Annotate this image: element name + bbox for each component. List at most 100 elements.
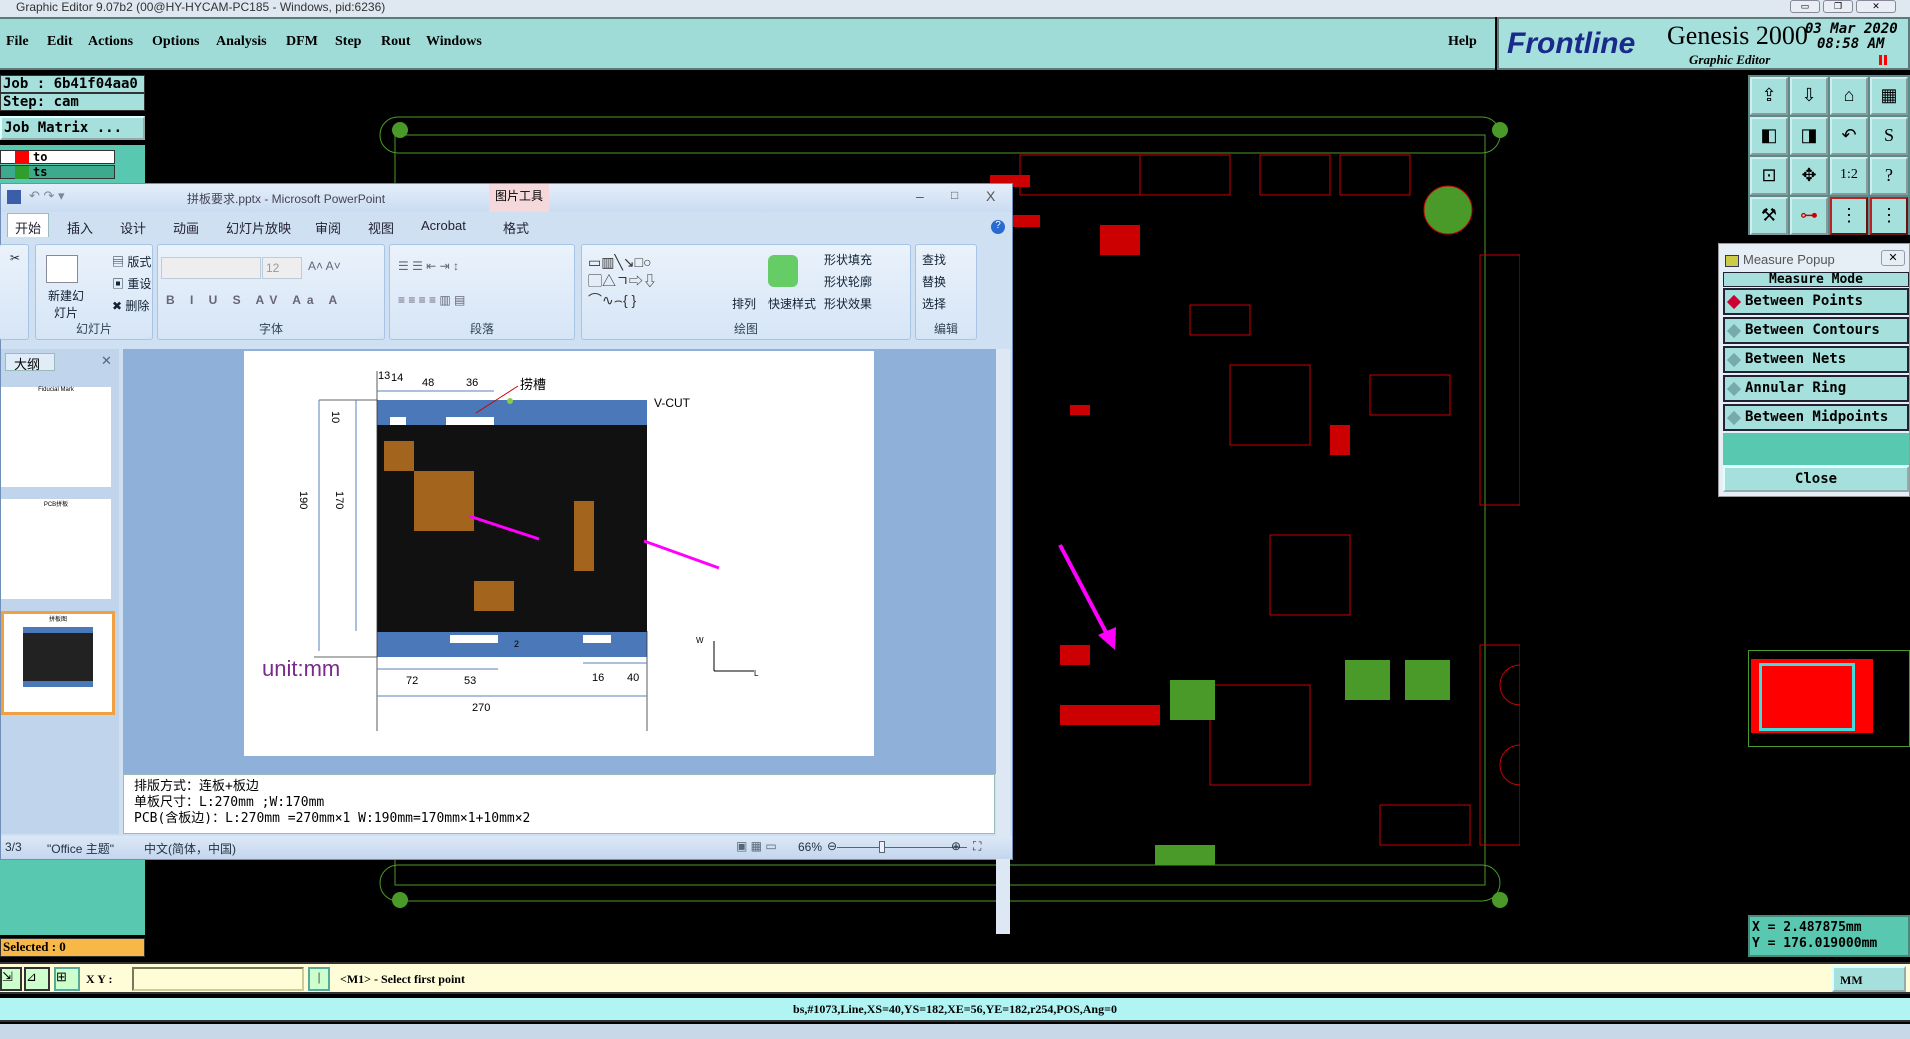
menu-rout[interactable]: Rout — [381, 34, 411, 50]
coordinates-readout: X = 2.487875mm Y = 176.019000mm — [1748, 915, 1910, 957]
select-button[interactable]: 选择 — [922, 295, 946, 312]
ppt-close-button[interactable]: X — [986, 188, 995, 204]
scale-icon[interactable]: 1:2 — [1830, 157, 1868, 195]
bottom-rail — [379, 864, 1501, 902]
arrange-button[interactable]: 排列 — [732, 295, 756, 312]
close-pane-icon[interactable]: ✕ — [101, 353, 112, 369]
net-icon[interactable]: ⋮ — [1830, 197, 1868, 235]
undo-icon[interactable]: ↶ — [1830, 117, 1868, 155]
restore-button[interactable]: ❐ — [1823, 0, 1853, 13]
job-matrix-button[interactable]: Job Matrix ... — [0, 116, 145, 140]
input-mode-icon[interactable]: | — [308, 967, 330, 991]
ppt-minimize-button[interactable]: – — [916, 188, 924, 204]
notes-pane[interactable]: 排版方式：连板+板边 单板尺寸：L:270mm ;W:170mm PCB(含板边)：… — [123, 774, 995, 834]
menu-analysis[interactable]: Analysis — [216, 34, 267, 50]
zoom-in-icon[interactable]: ⊕ — [951, 839, 961, 853]
radio-icon — [1726, 410, 1742, 426]
zoom-fit-icon[interactable]: ⊡ — [1750, 157, 1788, 195]
tab-review[interactable]: 审阅 — [315, 218, 341, 237]
close-window-button[interactable]: ✕ — [1856, 0, 1896, 13]
minimize-button[interactable]: ▭ — [1790, 0, 1820, 13]
tab-design[interactable]: 设计 — [120, 218, 146, 237]
measure-tool-icon[interactable]: ⇲ — [0, 967, 22, 991]
tab-acrobat[interactable]: Acrobat — [421, 218, 466, 233]
mode-between-contours[interactable]: Between Contours — [1723, 317, 1909, 344]
layer-row-ts[interactable]: ts — [0, 165, 115, 179]
menu-help[interactable]: Help — [1448, 34, 1477, 50]
close-button[interactable]: Close — [1723, 466, 1909, 492]
reset-button[interactable]: ▣ 重设 — [112, 275, 151, 292]
slide-thumb-1[interactable]: Fiducial Mark — [1, 387, 111, 487]
slide-thumb-3[interactable]: 拼板图 — [1, 611, 115, 715]
net-alt-icon[interactable]: ⋮ — [1870, 197, 1908, 235]
popup-close-icon[interactable]: ✕ — [1881, 250, 1905, 266]
align-buttons[interactable]: ≡ ≡ ≡ ≡ ▥ ▤ — [398, 293, 465, 307]
powerpoint-window: ↶ ↷ ▾ 拼板要求.pptx - Microsoft PowerPoint 图… — [0, 183, 1013, 934]
xy-input[interactable] — [132, 967, 304, 991]
tab-format[interactable]: 格式 — [503, 218, 529, 237]
view-buttons[interactable]: ▣ ▦ ▭ — [736, 839, 777, 853]
shape-outline-button[interactable]: 形状轮廓 — [824, 273, 872, 290]
measure-icon[interactable]: ⊶ — [1790, 197, 1828, 235]
open-icon[interactable]: ⇪ — [1750, 77, 1788, 115]
find-button[interactable]: 查找 — [922, 251, 946, 268]
pan-right-icon[interactable]: ◨ — [1790, 117, 1828, 155]
pan-left-icon[interactable]: ◧ — [1750, 117, 1788, 155]
outline-tab[interactable]: 大纲 — [5, 353, 55, 372]
font-size-input[interactable]: 12 — [262, 257, 302, 279]
slide-canvas[interactable]: 13 14 48 36 10 170 190 72 53 16 40 270 2… — [244, 351, 874, 756]
zoom-slider-thumb[interactable] — [879, 841, 885, 853]
grow-font-icon[interactable]: A˄ A˅ — [308, 259, 341, 273]
tools-icon[interactable]: ⚒ — [1750, 197, 1788, 235]
drawing-group: ▭▥╲↘□○ ▢△ㄱ⇨⇩ ⌒∿⌢{ } 排列 快速样式 形状填充 形状轮廓 形状效果… — [581, 244, 911, 340]
delete-button[interactable]: ✖ 删除 — [112, 297, 149, 314]
mode-between-points[interactable]: Between Points — [1723, 288, 1909, 315]
font-format-buttons[interactable]: B I U S AV Aa A — [166, 293, 343, 307]
tab-slideshow[interactable]: 幻灯片放映 — [226, 218, 291, 237]
grid-tool-icon[interactable]: ⊞ — [54, 967, 80, 991]
menu-step[interactable]: Step — [335, 34, 361, 50]
ppt-maximize-button[interactable]: □ — [951, 188, 958, 202]
snap-icon[interactable]: S — [1870, 117, 1908, 155]
zoom-out-icon[interactable]: ⊖ — [827, 839, 837, 853]
units-selector[interactable]: MM — [1832, 966, 1906, 992]
tab-animations[interactable]: 动画 — [173, 218, 199, 237]
home-icon[interactable]: ⌂ — [1830, 77, 1868, 115]
fit-window-icon[interactable]: ⛶ — [973, 839, 981, 854]
tab-insert[interactable]: 插入 — [67, 218, 93, 237]
icon-toolbar: ⇪ ⇩ ⌂ ▦ ◧ ◨ ↶ S ⊡ ✥ 1:2 ? ⚒ ⊶ ⋮ ⋮ — [1748, 75, 1910, 235]
layout-button[interactable]: ▤ 版式 — [112, 253, 151, 270]
help-icon[interactable]: ? — [1870, 157, 1908, 195]
dim-label: 40 — [627, 672, 639, 684]
menu-actions[interactable]: Actions — [88, 34, 133, 50]
shape-effects-button[interactable]: 形状效果 — [824, 295, 872, 312]
save-icon[interactable] — [7, 190, 21, 204]
mode-between-midpoints[interactable]: Between Midpoints — [1723, 404, 1909, 431]
replace-button[interactable]: 替换 — [922, 273, 946, 290]
grid-icon[interactable]: ▦ — [1870, 77, 1908, 115]
menu-dfm[interactable]: DFM — [286, 34, 318, 50]
menu-windows[interactable]: Windows — [426, 34, 482, 50]
tab-view[interactable]: 视图 — [368, 218, 394, 237]
tab-home[interactable]: 开始 — [15, 218, 41, 237]
mode-annular-ring[interactable]: Annular Ring — [1723, 375, 1909, 402]
shapes-gallery[interactable]: ▭▥╲↘□○ ▢△ㄱ⇨⇩ ⌒∿⌢{ } — [588, 253, 657, 310]
snap-tool-icon[interactable]: ⊿ — [24, 967, 50, 991]
overview-map[interactable] — [1748, 650, 1910, 747]
slide-thumb-2[interactable]: PCB拼板 — [1, 499, 111, 599]
quick-styles-button[interactable]: 快速样式 — [768, 295, 816, 312]
menu-file[interactable]: File — [6, 34, 29, 50]
zoom-slider[interactable] — [837, 847, 967, 848]
menu-edit[interactable]: Edit — [47, 34, 73, 50]
save-icon[interactable]: ⇩ — [1790, 77, 1828, 115]
layer-row-to[interactable]: to — [0, 150, 115, 164]
zoom-center-icon[interactable]: ✥ — [1790, 157, 1828, 195]
shape-fill-button[interactable]: 形状填充 — [824, 251, 872, 268]
font-name-input[interactable] — [161, 257, 261, 279]
undo-icon[interactable]: ↶ ↷ ▾ — [29, 188, 65, 204]
list-buttons[interactable]: ☰ ☰ ⇤ ⇥ ↕ — [398, 259, 459, 273]
mode-between-nets[interactable]: Between Nets — [1723, 346, 1909, 373]
new-slide-button[interactable]: 新建幻灯片 — [44, 287, 88, 321]
help-icon[interactable]: ? — [991, 220, 1005, 234]
menu-options[interactable]: Options — [152, 34, 199, 50]
